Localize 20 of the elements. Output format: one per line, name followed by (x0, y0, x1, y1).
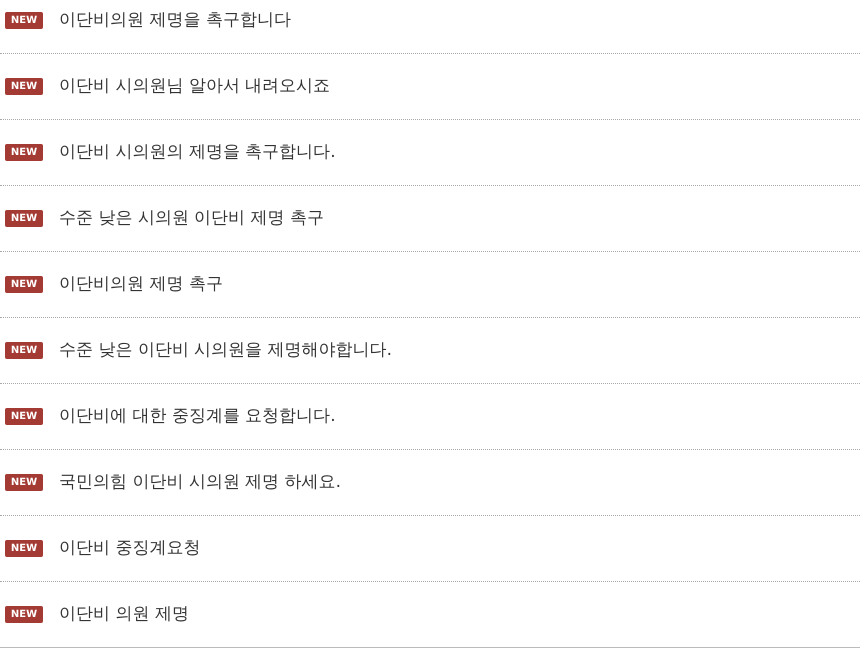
new-badge: NEW (5, 408, 43, 425)
new-badge: NEW (5, 210, 43, 227)
post-title[interactable]: 이단비 시의원님 알아서 내려오시죠 (59, 74, 330, 100)
new-badge: NEW (5, 276, 43, 293)
post-title[interactable]: 수준 낮은 이단비 시의원을 제명해야합니다. (59, 338, 392, 364)
post-title[interactable]: 이단비의원 제명 촉구 (59, 272, 223, 298)
new-badge: NEW (5, 474, 43, 491)
post-title[interactable]: 국민의힘 이단비 시의원 제명 하세요. (59, 470, 342, 496)
new-badge: NEW (5, 606, 43, 623)
post-title[interactable]: 이단비 의원 제명 (59, 602, 189, 628)
new-badge: NEW (5, 12, 43, 29)
new-badge: NEW (5, 342, 43, 359)
new-badge: NEW (5, 144, 43, 161)
post-title[interactable]: 이단비 중징계요청 (59, 536, 200, 562)
post-title[interactable]: 이단비에 대한 중징계를 요청합니다. (59, 404, 336, 430)
post-title[interactable]: 수준 낮은 시의원 이단비 제명 촉구 (59, 206, 324, 232)
post-title[interactable]: 이단비 시의원의 제명을 촉구합니다. (59, 140, 336, 166)
new-badge: NEW (5, 540, 43, 557)
new-badge: NEW (5, 78, 43, 95)
post-title[interactable]: 이단비의원 제명을 촉구합니다 (59, 8, 291, 34)
